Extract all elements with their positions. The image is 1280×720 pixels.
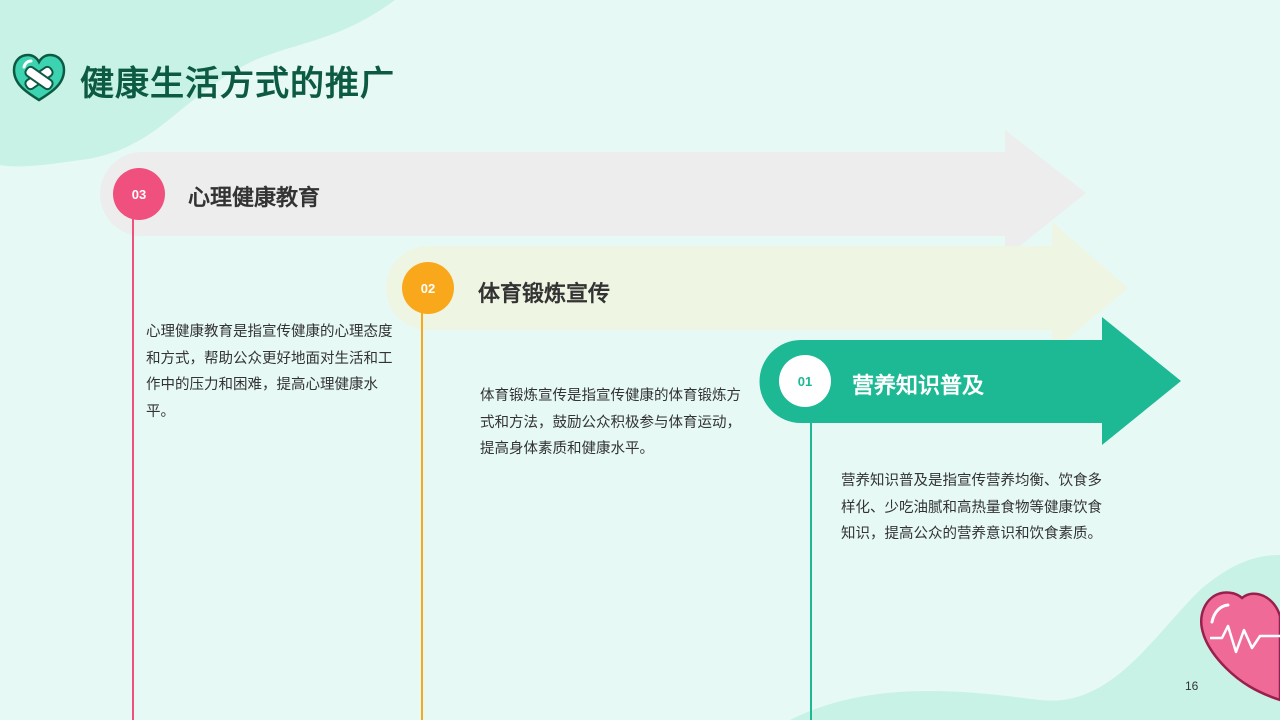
step-description-02: 体育锻炼宣传是指宣传健康的体育锻炼方式和方法，鼓励公众积极参与体育运动，提高身体… xyxy=(480,388,741,457)
step-description-01: 营养知识普及是指宣传营养均衡、饮食多样化、少吃油腻和高热量食物等健康饮食知识，提… xyxy=(841,473,1102,542)
page-number: 16 xyxy=(1185,679,1199,693)
step-description-03: 心理健康教育是指宣传健康的心理态度和方式，帮助公众更好地面对生活和工作中的压力和… xyxy=(146,324,393,420)
page-title: 健康生活方式的推广 xyxy=(80,64,395,104)
step-number-badge-02: 02 xyxy=(402,262,454,314)
step-label-02: 体育锻炼宣传 xyxy=(478,282,611,307)
step-label-01: 营养知识普及 xyxy=(852,374,985,399)
bandaged-heart-icon xyxy=(12,53,66,102)
step-line-02 xyxy=(421,312,423,720)
step-line-03 xyxy=(132,218,134,720)
step-line-01 xyxy=(810,423,812,720)
step-number-badge-03: 03 xyxy=(113,168,165,220)
heart-heartbeat-icon xyxy=(1199,591,1280,702)
step-label-03: 心理健康教育 xyxy=(188,186,321,211)
step-number-badge-01: 01 xyxy=(779,355,831,407)
